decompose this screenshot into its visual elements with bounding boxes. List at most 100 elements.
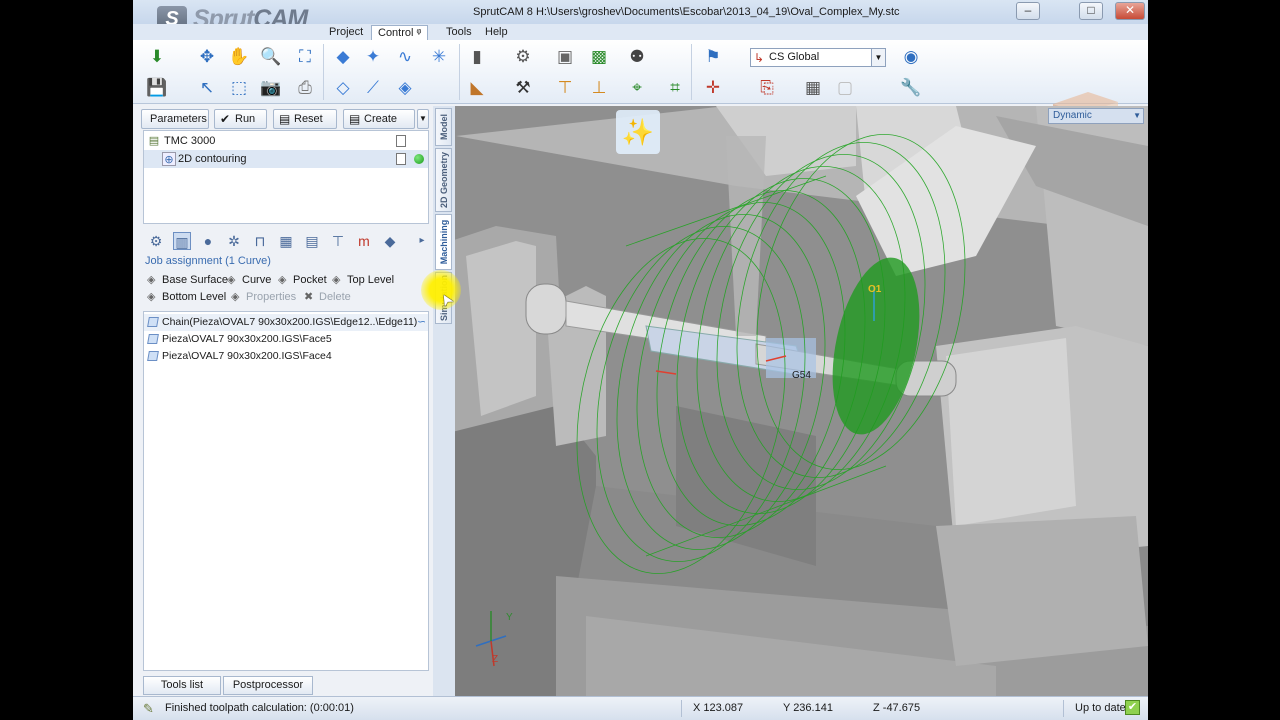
- verify-icon[interactable]: ⌗: [663, 76, 687, 100]
- run-button[interactable]: ✔ Run: [214, 109, 267, 129]
- coordinate-system-icon[interactable]: ⚑: [701, 45, 725, 69]
- tool-icon[interactable]: ⚙: [511, 45, 535, 69]
- minimize-button[interactable]: –: [1016, 2, 1040, 20]
- coordinate-system-select[interactable]: ↳ CS Global ▼: [750, 48, 886, 67]
- bottom-level-button[interactable]: ◈ Bottom Level: [147, 290, 226, 305]
- tree-item-machine[interactable]: ▤ TMC 3000: [144, 132, 428, 150]
- run-label: Run: [235, 113, 256, 125]
- camera-icon[interactable]: 📷: [259, 76, 283, 100]
- wrench-icon[interactable]: 🔧: [899, 76, 923, 100]
- origin-label: O1: [868, 284, 882, 295]
- cutter-icon[interactable]: ⊤: [553, 76, 577, 100]
- save-icon[interactable]: 💾: [145, 76, 169, 100]
- list-item[interactable]: Chain(Pieza\OVAL7 90x30x200.IGS\Edge12..…: [144, 314, 428, 331]
- chevron-right-icon[interactable]: ▸: [413, 232, 431, 250]
- filter-icon[interactable]: ◆: [331, 45, 355, 69]
- surface-icon: ◈: [147, 274, 156, 286]
- curve-button[interactable]: ◈ Curve: [227, 273, 271, 288]
- job-assignment-icon[interactable]: ▥: [173, 232, 191, 250]
- pocket-label: Pocket: [293, 274, 327, 286]
- pin-icon[interactable]: ᵠ: [417, 27, 422, 39]
- menu-project[interactable]: Project: [323, 25, 369, 40]
- select-curve-icon[interactable]: ∿: [393, 45, 417, 69]
- pointer-icon[interactable]: ↖: [195, 76, 219, 100]
- view-cube-icon[interactable]: ◉: [899, 45, 923, 69]
- document-icon[interactable]: [396, 135, 406, 147]
- select-face-icon[interactable]: ◈: [393, 76, 417, 100]
- m-code-icon[interactable]: m: [355, 232, 373, 250]
- menu-help[interactable]: Help: [479, 25, 514, 40]
- list-item[interactable]: Pieza\OVAL7 90x30x200.IGS\Face5: [144, 331, 428, 348]
- reset-button[interactable]: ▤ Reset: [273, 109, 337, 129]
- create-icon: ▤: [349, 112, 361, 126]
- pdf-export-icon[interactable]: ⎘: [755, 76, 779, 100]
- cs-axis-icon: ↳: [754, 51, 765, 65]
- axis-y-label: Y: [506, 612, 513, 623]
- view-mode-select[interactable]: Dynamic ▼: [1048, 108, 1144, 124]
- tool-path-icon[interactable]: ◣: [465, 76, 489, 100]
- fit-view-icon[interactable]: ⛶: [293, 45, 317, 69]
- check-icon: ✔: [220, 112, 231, 126]
- tab-machining-label: Machining: [438, 219, 449, 265]
- chevron-down-icon[interactable]: ▼: [1133, 109, 1141, 123]
- tab-tools-list[interactable]: Tools list: [143, 676, 221, 695]
- pan-icon[interactable]: ✥: [195, 45, 219, 69]
- feeds-icon[interactable]: ▦: [277, 232, 295, 250]
- create-button[interactable]: ▤ Create: [343, 109, 415, 129]
- select-point-icon[interactable]: ✦: [361, 45, 385, 69]
- simulation-icon[interactable]: ◆: [381, 232, 399, 250]
- holder-icon[interactable]: ⊥: [587, 76, 611, 100]
- stock-icon[interactable]: ▮: [465, 45, 489, 69]
- report-icon[interactable]: ▦: [801, 76, 825, 100]
- properties-icon: ◈: [231, 291, 240, 303]
- machine-ok-icon[interactable]: ⚉: [625, 45, 649, 69]
- base-surface-button[interactable]: ◈ Base Surface: [147, 273, 228, 288]
- table-icon[interactable]: ▤: [303, 232, 321, 250]
- maximize-button[interactable]: □: [1079, 2, 1103, 20]
- axis-origin-icon[interactable]: ✛: [701, 76, 725, 100]
- holder-icon[interactable]: ⊤: [329, 232, 347, 250]
- strategy-icon[interactable]: ⚙: [147, 232, 165, 250]
- select-all-icon[interactable]: ✳: [427, 45, 451, 69]
- spindle-icon[interactable]: ⚒: [511, 76, 535, 100]
- parameters-button[interactable]: Parameters: [141, 109, 209, 129]
- import-icon[interactable]: ⬇: [145, 45, 169, 69]
- list-item[interactable]: Pieza\OVAL7 90x30x200.IGS\Face4: [144, 348, 428, 365]
- top-level-button[interactable]: ◈ Top Level: [332, 273, 394, 288]
- tab-machining[interactable]: Machining: [435, 214, 452, 270]
- pocket-button[interactable]: ◈ Pocket: [278, 273, 327, 288]
- print-icon[interactable]: ⎙: [293, 76, 317, 100]
- tab-model[interactable]: Model: [435, 108, 452, 146]
- toolpath-check-icon[interactable]: ⌖: [625, 76, 649, 100]
- rotate-hand-icon[interactable]: ✋: [227, 45, 251, 69]
- 3d-viewport[interactable]: ✨ Dynamic ▼ G54 O1 Y Z: [436, 106, 1148, 696]
- select-edge-icon[interactable]: ⟋: [361, 76, 385, 100]
- tree-item-operation[interactable]: ⊕ 2D contouring: [144, 150, 428, 168]
- tab-model-label: Model: [438, 114, 449, 140]
- document-icon[interactable]: [396, 153, 406, 165]
- create-dropdown-button[interactable]: ▼: [417, 109, 429, 129]
- contour-icon[interactable]: ⊓: [251, 232, 269, 250]
- menu-tools[interactable]: Tools: [440, 25, 478, 40]
- window-title: SprutCAM 8 H:\Users\groshev\Documents\Es…: [473, 6, 900, 18]
- chevron-down-icon[interactable]: ▼: [871, 49, 885, 66]
- operation-icon: ⊕: [162, 152, 176, 166]
- face-icon: [147, 351, 159, 361]
- tab-2d-geometry[interactable]: 2D Geometry: [435, 148, 452, 212]
- tool-ball-icon[interactable]: ●: [199, 232, 217, 250]
- main-toolbar: ⬇ ✥ ✋ 🔍 ⛶ ◆ ✦ ∿ ✳ ▮ ⚙ ▣ ▩ ⚉ ⚑ ↳ CS Globa…: [133, 40, 1148, 142]
- properties-button[interactable]: ◈ Properties: [231, 290, 296, 305]
- close-button[interactable]: ✕: [1115, 2, 1145, 20]
- menu-control[interactable]: Control ᵠ: [371, 25, 429, 40]
- delete-button[interactable]: ✖ Delete: [304, 290, 351, 305]
- title-bar: S SprutCAM SprutCAM 8 H:\Users\groshev\D…: [133, 0, 1148, 33]
- select-surface-icon[interactable]: ◇: [331, 76, 355, 100]
- gear-icon[interactable]: ✲: [225, 232, 243, 250]
- box-select-icon[interactable]: ⬚: [227, 76, 251, 100]
- zoom-icon[interactable]: 🔍: [259, 45, 283, 69]
- fixture-icon[interactable]: ▩: [587, 45, 611, 69]
- workpiece-icon[interactable]: ▣: [553, 45, 577, 69]
- magic-wand-icon[interactable]: ✨: [616, 110, 660, 154]
- tab-postprocessor[interactable]: Postprocessor: [223, 676, 313, 695]
- axis-z-label: Z: [492, 654, 499, 665]
